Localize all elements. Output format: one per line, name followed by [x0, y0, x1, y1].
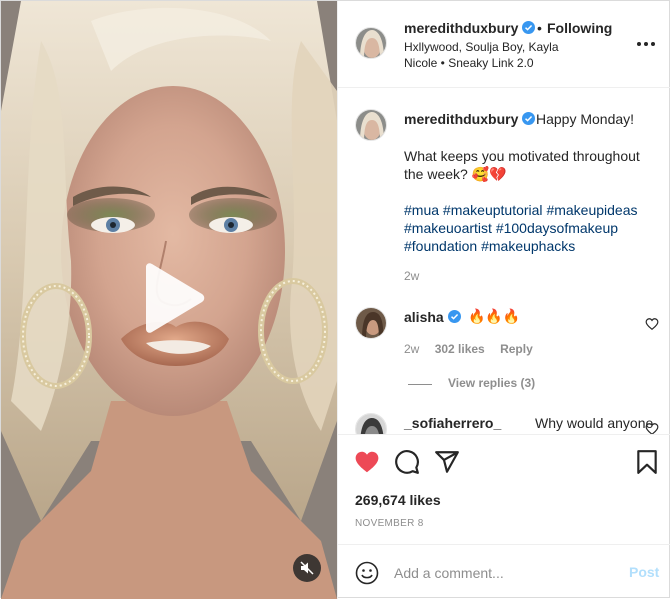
following-button[interactable]: Following: [547, 20, 612, 36]
hashtag-link[interactable]: #mua: [404, 202, 439, 218]
hashtag-link[interactable]: #makeuptutorial: [443, 202, 543, 218]
caption-hashtags: #mua #makeuptutorial #makeupideas #makeu…: [404, 201, 654, 255]
header-separator: •: [537, 20, 542, 36]
caption-timestamp[interactable]: 2w: [404, 269, 419, 283]
post-details-panel: meredithduxbury • Following Hxllywood, S…: [337, 1, 670, 599]
paper-plane-icon[interactable]: [434, 449, 460, 475]
commenter-avatar[interactable]: [355, 307, 387, 339]
more-options-icon[interactable]: [636, 37, 656, 51]
post-header: meredithduxbury • Following Hxllywood, S…: [338, 1, 670, 88]
add-comment-form: Post: [338, 544, 670, 599]
comment-likes-count[interactable]: 302 likes: [435, 342, 485, 356]
verified-badge-icon: [522, 112, 536, 125]
view-replies-button[interactable]: View replies (3): [448, 376, 535, 390]
caption-username-link[interactable]: meredithduxbury: [404, 111, 536, 127]
play-icon: [146, 263, 205, 333]
add-comment-input[interactable]: [394, 563, 614, 583]
post-date[interactable]: NOVEMBER 8: [355, 518, 424, 529]
likes-count[interactable]: 269,674 likes: [355, 492, 441, 508]
instagram-post-modal: meredithduxbury • Following Hxllywood, S…: [0, 0, 670, 599]
bookmark-icon[interactable]: [634, 449, 660, 475]
verified-badge-icon: [447, 310, 461, 323]
comments-list[interactable]: meredithduxbury Happy Monday! What keeps…: [338, 89, 670, 434]
comment-like-heart-icon[interactable]: [645, 317, 659, 331]
author-avatar[interactable]: [355, 27, 387, 59]
commenter-avatar[interactable]: [355, 413, 387, 434]
muted-speaker-icon: [300, 561, 314, 575]
caption-author-avatar[interactable]: [355, 109, 387, 141]
caption-username: meredithduxbury: [404, 111, 519, 127]
post-comment-button[interactable]: Post: [629, 564, 659, 580]
comment-text: Why would anyone: [535, 415, 654, 431]
emoji-smiley-icon[interactable]: [355, 561, 379, 585]
hashtag-link[interactable]: #100daysofmakeup: [496, 220, 618, 236]
hashtag-link[interactable]: #makeuoartist: [404, 220, 492, 236]
play-button[interactable]: [140, 263, 206, 333]
hashtag-link[interactable]: #makeuphacks: [481, 238, 575, 254]
caption-first-line: Happy Monday!: [536, 111, 635, 127]
commenter-username: alisha: [404, 309, 444, 325]
post-video[interactable]: [1, 1, 337, 599]
hashtag-link[interactable]: #makeupideas: [546, 202, 637, 218]
comment-meta: 2w 302 likes Reply: [404, 342, 545, 356]
heart-filled-icon[interactable]: [354, 449, 380, 475]
audio-attribution-link[interactable]: Hxllywood, Soulja Boy, Kayla Nicole • Sn…: [404, 39, 574, 71]
post-actions-bar: 269,674 likes NOVEMBER 8: [338, 434, 670, 544]
mute-toggle-button[interactable]: [293, 554, 321, 582]
caption-body: What keeps you motivated throughout the …: [404, 148, 640, 182]
comment-bubble-icon[interactable]: [394, 449, 420, 475]
comment-like-heart-icon[interactable]: [645, 422, 659, 434]
author-username-link[interactable]: meredithduxbury: [404, 20, 536, 36]
verified-badge-icon: [522, 21, 536, 34]
commenter-username-link[interactable]: alisha: [404, 309, 461, 325]
hashtag-link[interactable]: #foundation: [404, 238, 477, 254]
comment-text: 🔥🔥🔥: [468, 308, 521, 324]
replies-divider-line: [408, 384, 432, 385]
commenter-username[interactable]: _sofiaherrero_: [404, 415, 501, 431]
author-username: meredithduxbury: [404, 20, 519, 36]
comment-timestamp[interactable]: 2w: [404, 342, 419, 356]
comment-reply-button[interactable]: Reply: [500, 342, 533, 356]
